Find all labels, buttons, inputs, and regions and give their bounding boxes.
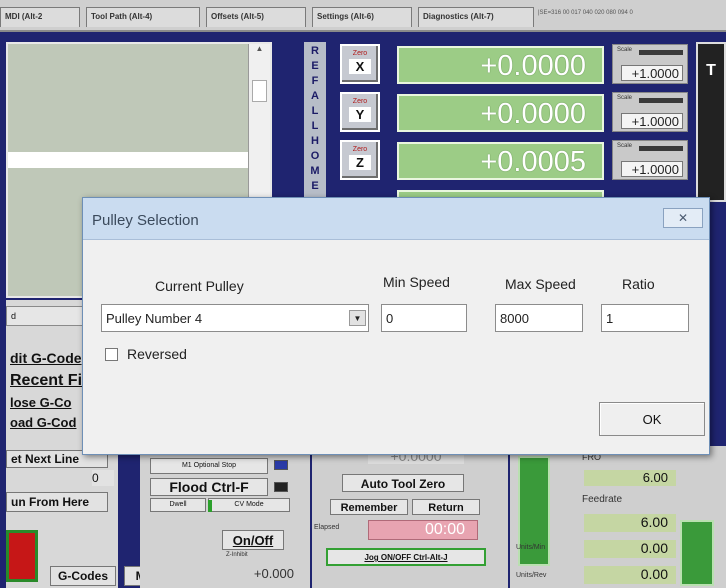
scale-x-value[interactable]: +1.0000 bbox=[621, 65, 683, 81]
units-min-value: 0.00 bbox=[584, 540, 676, 558]
stop-button[interactable] bbox=[6, 530, 38, 582]
scale-x: Scale +1.0000 bbox=[612, 44, 688, 84]
max-speed-input[interactable]: 8000 bbox=[495, 304, 583, 332]
scroll-up-icon[interactable]: ▲ bbox=[249, 44, 270, 58]
spindle-bar[interactable] bbox=[680, 520, 714, 586]
axis-letter: Y bbox=[349, 107, 371, 122]
pulley-selection-dialog: Pulley Selection ✕ Current Pulley Min Sp… bbox=[82, 197, 710, 455]
scale-label: Scale bbox=[617, 143, 633, 149]
ok-button[interactable]: OK bbox=[599, 402, 705, 436]
tool-zero-panel bbox=[312, 446, 508, 588]
z-inhibit-onoff-button[interactable]: On/Off bbox=[222, 530, 284, 550]
zero-x-button[interactable]: Zero X bbox=[340, 44, 380, 84]
elapsed-label: Elapsed bbox=[314, 524, 340, 531]
flood-led bbox=[274, 482, 288, 492]
cv-mode-indicator: CV Mode bbox=[208, 498, 290, 512]
axis-letter: X bbox=[349, 59, 371, 74]
zero-z-button[interactable]: Zero Z bbox=[340, 140, 380, 180]
ratio-input[interactable]: 1 bbox=[601, 304, 689, 332]
reversed-checkbox[interactable] bbox=[105, 348, 118, 361]
scale-led bbox=[639, 146, 683, 151]
m1-optional-stop-button[interactable]: M1 Optional Stop bbox=[150, 458, 268, 474]
line-number-value[interactable]: 0 bbox=[92, 470, 114, 486]
return-button[interactable]: Return bbox=[412, 499, 480, 515]
close-icon[interactable]: ✕ bbox=[663, 208, 703, 228]
units-rev-value: 0.00 bbox=[584, 566, 676, 584]
min-speed-input[interactable]: 0 bbox=[381, 304, 467, 332]
zero-label: Zero bbox=[352, 146, 368, 153]
tab-mdi[interactable]: MDI (Alt-2 bbox=[0, 7, 80, 27]
scale-label: Scale bbox=[617, 47, 633, 53]
tab-tool-path[interactable]: Tool Path (Alt-4) bbox=[86, 7, 200, 27]
scale-led bbox=[639, 98, 683, 103]
dro-y-value[interactable]: +0.0000 bbox=[397, 94, 604, 132]
ref-letter: A bbox=[311, 90, 319, 102]
tab-offsets[interactable]: Offsets (Alt-5) bbox=[206, 7, 306, 27]
dro-x-value[interactable]: +0.0000 bbox=[397, 46, 604, 84]
reversed-label: Reversed bbox=[127, 346, 187, 362]
units-rev-label: Units/Rev bbox=[516, 572, 547, 579]
min-speed-label: Min Speed bbox=[383, 274, 450, 290]
ref-letter: E bbox=[311, 180, 319, 192]
z-inhibit-label: Z-Inhibit bbox=[226, 552, 248, 558]
zero-label: Zero bbox=[352, 50, 368, 57]
ref-all-home-button[interactable]: R E F A L L H O M E bbox=[304, 42, 326, 202]
ref-letter: M bbox=[310, 165, 320, 177]
feedrate-value[interactable]: 6.00 bbox=[584, 514, 676, 532]
cv-mode-led bbox=[208, 500, 212, 512]
scale-label: Scale bbox=[617, 95, 633, 101]
dialog-title: Pulley Selection bbox=[92, 212, 199, 229]
ref-letter: E bbox=[311, 60, 319, 72]
tool-panel: T bbox=[696, 42, 726, 202]
current-pulley-select[interactable]: Pulley Number 4 ▼ bbox=[101, 304, 369, 332]
max-speed-label: Max Speed bbox=[505, 276, 576, 292]
zero-y-button[interactable]: Zero Y bbox=[340, 92, 380, 132]
scale-z: Scale +1.0000 bbox=[612, 140, 688, 180]
ref-letter: R bbox=[311, 45, 319, 57]
tab-settings[interactable]: Settings (Alt-6) bbox=[312, 7, 412, 27]
tool-panel-letter: T bbox=[706, 62, 716, 79]
zero-label: Zero bbox=[352, 98, 368, 105]
dwell-indicator: Dwell bbox=[150, 498, 206, 512]
dialog-title-bar[interactable]: Pulley Selection ✕ bbox=[83, 198, 709, 240]
units-min-label: Units/Min bbox=[516, 544, 546, 551]
remember-button[interactable]: Remember bbox=[330, 499, 408, 515]
axis-letter: Z bbox=[349, 155, 371, 170]
m1-led bbox=[274, 460, 288, 470]
ref-letter: O bbox=[310, 150, 320, 162]
ref-letter: L bbox=[311, 120, 319, 132]
z-inhibit-value[interactable]: +0.000 bbox=[238, 566, 294, 584]
current-line-highlight bbox=[8, 152, 248, 168]
status-line: |SE=316 00 017 040 020 080 094 0 bbox=[538, 10, 633, 16]
ratio-label: Ratio bbox=[622, 276, 655, 292]
jog-onoff-button[interactable]: Jog ON/OFF Ctrl-Alt-J bbox=[326, 548, 486, 566]
scale-z-value[interactable]: +1.0000 bbox=[621, 161, 683, 177]
ref-letter: L bbox=[311, 105, 319, 117]
run-from-here-button[interactable]: un From Here bbox=[6, 492, 108, 512]
ref-letter: F bbox=[311, 75, 319, 87]
scroll-thumb[interactable] bbox=[252, 80, 267, 102]
fro-value[interactable]: 6.00 bbox=[584, 470, 676, 486]
dro-z-value[interactable]: +0.0005 bbox=[397, 142, 604, 180]
current-pulley-label: Current Pulley bbox=[155, 278, 244, 294]
gcodes-button[interactable]: G-Codes bbox=[50, 566, 116, 586]
scale-led bbox=[639, 50, 683, 55]
current-pulley-value: Pulley Number 4 bbox=[106, 311, 203, 326]
elapsed-value: 00:00 bbox=[368, 520, 478, 540]
tab-strip: MDI (Alt-2 Tool Path (Alt-4) Offsets (Al… bbox=[0, 0, 726, 32]
ref-letter: H bbox=[311, 135, 319, 147]
scale-y: Scale +1.0000 bbox=[612, 92, 688, 132]
chevron-down-icon[interactable]: ▼ bbox=[349, 310, 366, 326]
tab-diagnostics[interactable]: Diagnostics (Alt-7) bbox=[418, 7, 534, 27]
feedrate-label: Feedrate bbox=[582, 494, 623, 505]
scale-y-value[interactable]: +1.0000 bbox=[621, 113, 683, 129]
flood-button[interactable]: Flood Ctrl-F bbox=[150, 478, 268, 496]
auto-tool-zero-button[interactable]: Auto Tool Zero bbox=[342, 474, 464, 492]
